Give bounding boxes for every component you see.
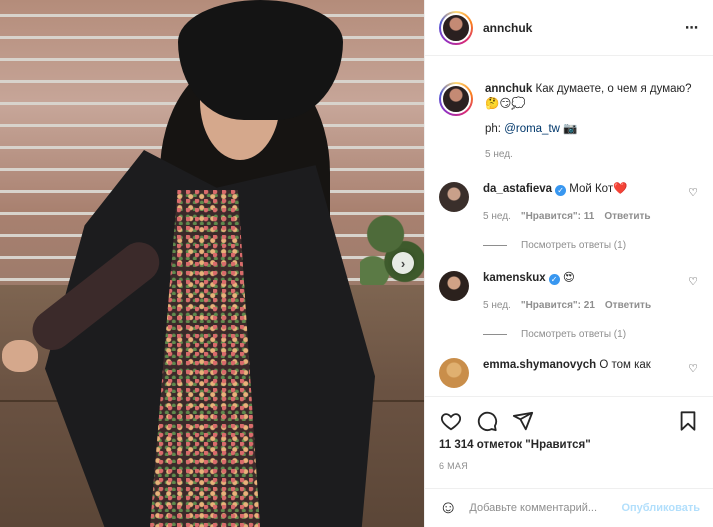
post-date[interactable]: 6 МАЯ	[425, 451, 713, 471]
caption: annchuk Как думаете, о чем я думаю? 🤔😏💭 …	[425, 56, 713, 162]
black-hat	[178, 0, 343, 120]
reply-button[interactable]: Ответить	[604, 209, 650, 224]
share-icon[interactable]	[511, 409, 535, 433]
comment-time[interactable]: 5 нед.	[483, 298, 511, 313]
comment-username[interactable]: da_astafieva	[483, 183, 552, 195]
comment-icon[interactable]	[475, 409, 499, 433]
camera-emoji: 📷	[563, 123, 578, 135]
view-replies-label: Посмотреть ответы (1)	[521, 240, 627, 251]
comments-list[interactable]: annchuk Как думаете, о чем я думаю? 🤔😏💭 …	[425, 56, 713, 396]
next-icon: ›	[400, 255, 406, 271]
comment-text: 😍	[562, 272, 575, 284]
comment-time[interactable]: 5 нед.	[483, 209, 511, 224]
post-actions: 11 314 отметок "Нравится" 6 МАЯ ☺ Опубли…	[425, 396, 713, 526]
comment-input[interactable]	[469, 501, 622, 514]
comment-like-heart-icon[interactable]: ♡	[688, 186, 698, 199]
comment: da_astafieva ✓ Мой Кот❤️ 5 нед. "Нравится…	[425, 182, 713, 224]
author-avatar[interactable]	[439, 10, 473, 45]
view-replies-button[interactable]: Посмотреть ответы (1)	[483, 329, 713, 340]
comment: emma.shymanovych О том как ♡	[425, 358, 713, 388]
reply-button[interactable]: Ответить	[605, 298, 651, 313]
comment-like-heart-icon[interactable]: ♡	[688, 275, 698, 288]
credit-mention[interactable]: @roma_tw	[504, 123, 560, 135]
comment-username[interactable]: emma.shymanovych	[483, 359, 596, 371]
author-username[interactable]: annchuk	[483, 21, 532, 35]
comment-like-heart-icon[interactable]: ♡	[688, 362, 698, 375]
post-panel: annchuk ⋯ annchuk Как думаете, о чем я д…	[424, 0, 713, 527]
post-photo[interactable]: ›	[0, 0, 424, 527]
verified-icon: ✓	[548, 274, 560, 285]
caption-username[interactable]: annchuk	[485, 83, 532, 95]
hand	[2, 340, 38, 372]
comment-username[interactable]: kamenskux	[483, 272, 546, 284]
heart-icon[interactable]	[439, 409, 463, 433]
comment-likes[interactable]: "Нравится": 21	[521, 298, 595, 313]
post-header: annchuk ⋯	[425, 0, 713, 56]
add-comment-bar: ☺ Опубликовать	[425, 488, 713, 526]
caption-time[interactable]: 5 нед.	[485, 147, 700, 162]
likes-count[interactable]: 11 314 отметок "Нравится"	[425, 435, 713, 451]
commenter-avatar[interactable]	[439, 271, 469, 301]
comment-text: О том как	[599, 359, 651, 371]
bookmark-icon[interactable]	[676, 409, 700, 433]
more-icon[interactable]: ⋯	[685, 20, 699, 36]
comment: kamenskux ✓ 😍 5 нед. "Нравится": 21 Ответ…	[425, 271, 713, 313]
publish-button[interactable]: Опубликовать	[621, 502, 700, 514]
caption-avatar[interactable]	[439, 82, 473, 116]
commenter-avatar[interactable]	[439, 182, 469, 212]
emoji-icon[interactable]: ☺	[439, 497, 457, 518]
view-replies-button[interactable]: Посмотреть ответы (1)	[483, 240, 713, 251]
comment-likes[interactable]: "Нравится": 11	[521, 209, 595, 224]
view-replies-label: Посмотреть ответы (1)	[521, 329, 627, 340]
carousel-next-button[interactable]: ›	[392, 252, 414, 274]
verified-icon: ✓	[555, 185, 567, 196]
commenter-avatar[interactable]	[439, 358, 469, 388]
comment-text: Мой Кот❤️	[569, 183, 628, 195]
plants-background	[360, 190, 424, 300]
credit-prefix: ph:	[485, 123, 505, 135]
